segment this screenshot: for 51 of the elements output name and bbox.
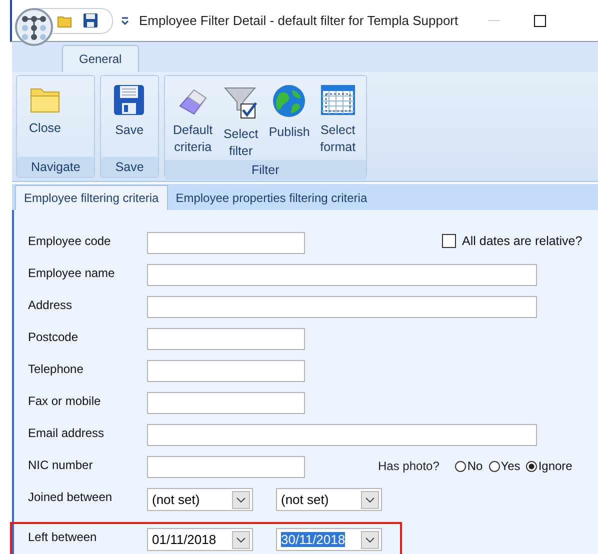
input-field[interactable] — [147, 392, 305, 414]
maximize-icon[interactable] — [534, 14, 546, 26]
field-label: Left between — [28, 529, 98, 544]
globe-icon — [272, 84, 306, 118]
ribbon-button[interactable]: Save — [105, 76, 154, 157]
ribbon-tab[interactable]: General — [62, 45, 139, 72]
grid-icon — [320, 84, 355, 116]
page-tab[interactable]: Employee properties filtering criteria — [168, 186, 376, 210]
input-field[interactable] — [147, 232, 305, 254]
page-tab[interactable]: Employee filtering criteria — [15, 185, 168, 210]
minimize-icon[interactable] — [488, 20, 500, 22]
ribbon-button[interactable]: Close — [21, 76, 69, 157]
dropdown-icon[interactable] — [232, 530, 250, 548]
field-label: Telephone — [28, 361, 84, 376]
field-label: Address — [28, 297, 74, 312]
field-label: NIC number — [28, 457, 94, 472]
field-label: Email address — [28, 425, 106, 440]
ribbon-button[interactable]: Select filter — [216, 76, 265, 160]
radio-button[interactable]: Yes — [488, 459, 520, 473]
folder-icon[interactable] — [57, 14, 73, 28]
date-combo[interactable]: 01/11/2018 — [147, 528, 253, 551]
checkbox[interactable]: All dates are relative? — [442, 234, 582, 248]
group-label: Save — [101, 157, 158, 177]
dropdown-icon[interactable] — [232, 490, 250, 508]
window-title: Employee Filter Detail - default filter for Templa Support — [139, 13, 458, 28]
input-field[interactable] — [147, 264, 537, 286]
ribbon-button[interactable]: Publish — [264, 76, 314, 160]
radio-group-label: Has photo? — [378, 459, 440, 473]
field-label: Employee name — [28, 265, 116, 280]
input-field[interactable] — [147, 360, 305, 382]
save-icon[interactable] — [83, 13, 98, 28]
dropdown-icon[interactable] — [361, 530, 379, 548]
dropdown-icon[interactable] — [121, 16, 129, 26]
dropdown-icon[interactable] — [361, 490, 379, 508]
group-label: Filter — [164, 160, 366, 180]
field-label: Joined between — [28, 489, 114, 504]
date-combo[interactable]: 30/11/2018 — [276, 528, 382, 551]
group-label: Navigate — [17, 157, 94, 177]
field-label: Fax or mobile — [28, 393, 102, 408]
radio-button[interactable]: No — [455, 459, 483, 473]
date-combo[interactable]: (not set) — [147, 488, 253, 511]
field-label: Postcode — [28, 329, 80, 344]
field-label: Employee code — [28, 233, 112, 248]
radio-button[interactable]: Ignore — [526, 459, 572, 473]
input-field[interactable] — [147, 328, 305, 350]
ribbon-button[interactable]: Default criteria — [168, 76, 217, 160]
date-combo[interactable]: (not set) — [276, 488, 382, 511]
input-field[interactable] — [147, 456, 305, 478]
input-field[interactable] — [147, 296, 537, 318]
ribbon-button[interactable]: Select format — [314, 76, 362, 160]
input-field[interactable] — [147, 424, 537, 446]
